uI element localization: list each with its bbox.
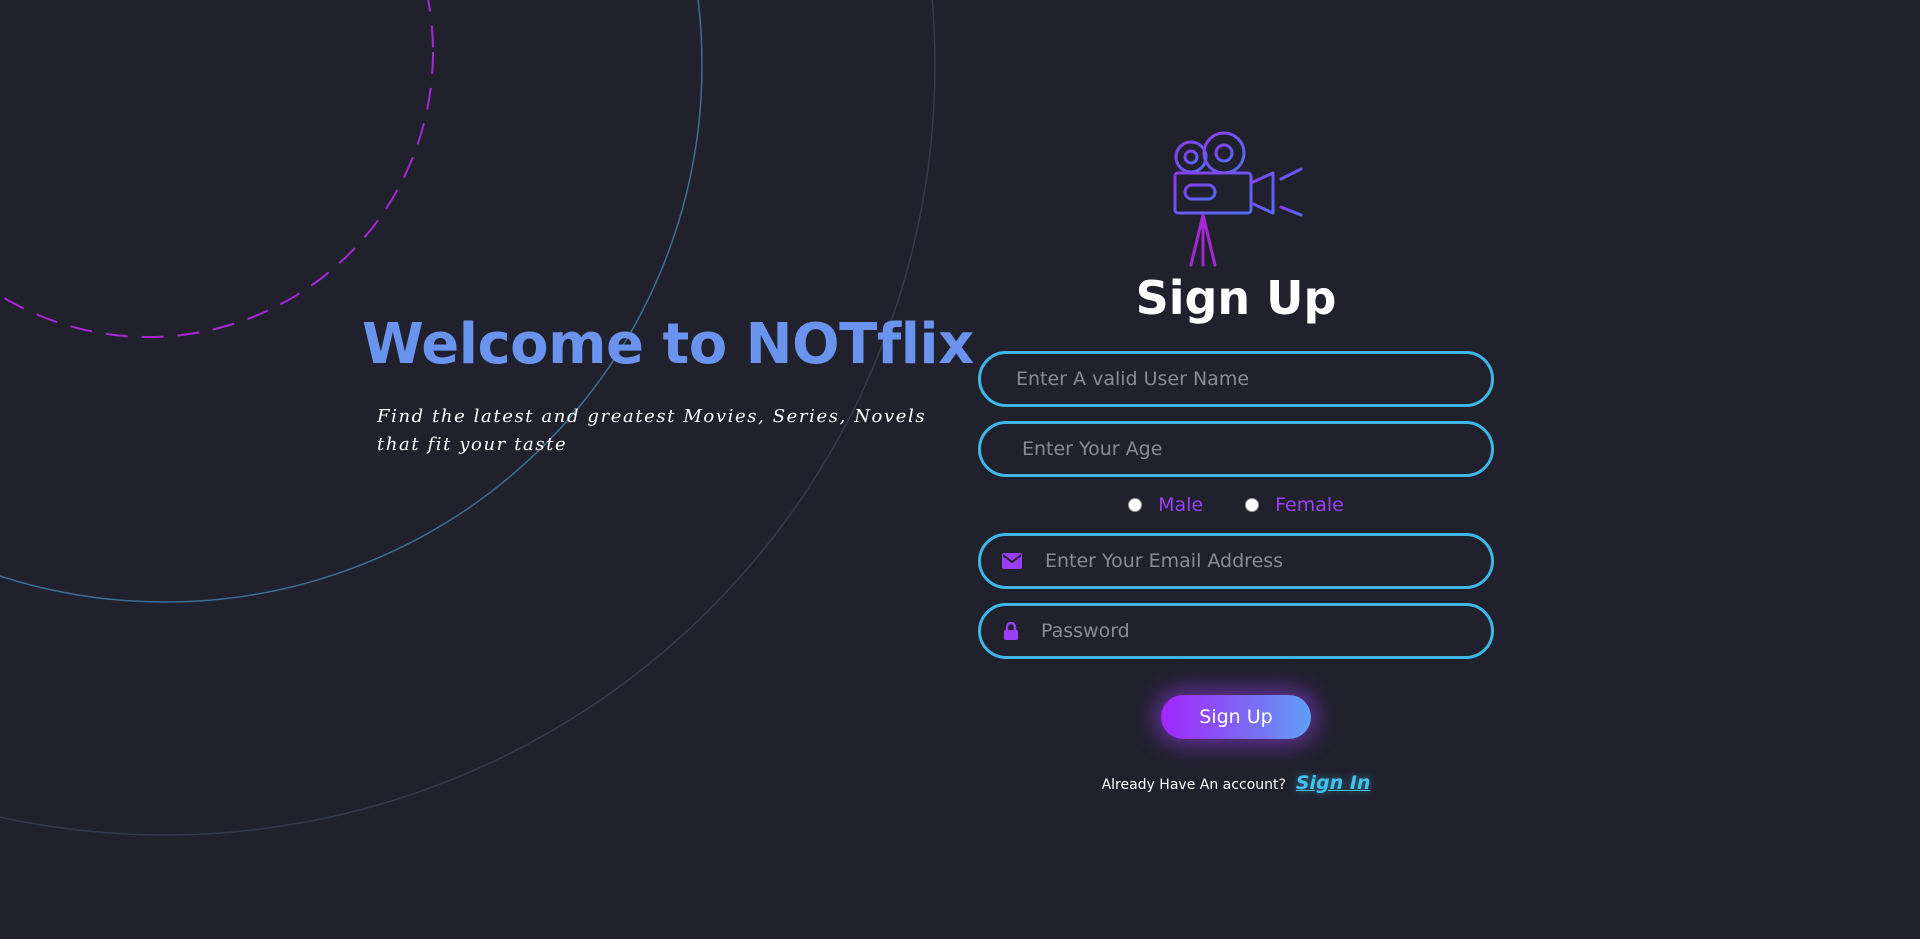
email-field (978, 533, 1494, 589)
signup-form: Sign Up Male Female (978, 125, 1494, 794)
signin-row: Already Have An account? Sign In (978, 772, 1494, 794)
male-label[interactable]: Male (1158, 494, 1203, 516)
password-input[interactable] (1039, 605, 1491, 657)
username-input[interactable] (981, 353, 1491, 405)
signin-link[interactable]: Sign In (1296, 772, 1371, 794)
age-input[interactable] (981, 423, 1491, 475)
username-field (978, 351, 1494, 407)
gender-selector: Male Female (978, 477, 1494, 533)
female-label[interactable]: Female (1275, 494, 1344, 516)
signup-button[interactable]: Sign Up (1161, 695, 1311, 739)
signin-prompt: Already Have An account? (1101, 777, 1286, 793)
lock-icon (1000, 620, 1022, 642)
male-radio[interactable] (1128, 498, 1143, 512)
signup-page: Welcome to NOTflix Find the latest and g… (0, 0, 1920, 939)
dashed-circle (0, 0, 434, 338)
gender-option-male[interactable]: Male (1128, 494, 1203, 516)
movie-camera-icon (1165, 131, 1309, 267)
welcome-subtitle: Find the latest and greatest Movies, Ser… (377, 406, 927, 455)
email-input[interactable] (1043, 535, 1491, 587)
signup-heading: Sign Up (1135, 271, 1337, 325)
submit-wrapper: Sign Up (978, 695, 1494, 739)
password-field (978, 603, 1494, 659)
age-field (978, 421, 1494, 477)
envelope-icon (1001, 550, 1023, 572)
welcome-title: Welcome to NOTflix (362, 312, 974, 377)
gender-option-female[interactable]: Female (1245, 494, 1344, 516)
inner-circle (0, 0, 703, 603)
background-decor (0, 0, 936, 836)
female-radio[interactable] (1245, 498, 1260, 512)
